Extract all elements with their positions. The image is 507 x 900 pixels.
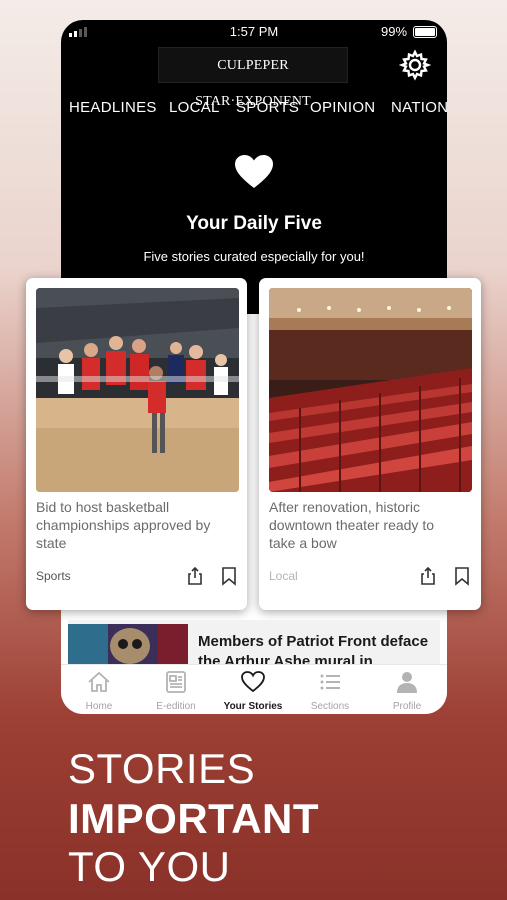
nav-sections[interactable]: Sections	[295, 665, 365, 715]
tab-opinion[interactable]: OPINION	[310, 96, 375, 120]
newspaper-icon	[164, 670, 188, 694]
gear-icon[interactable]	[398, 49, 432, 81]
share-icon[interactable]	[419, 566, 437, 586]
story-section-label[interactable]: Local	[269, 569, 298, 583]
person-icon	[395, 670, 419, 694]
nav-label: Sections	[310, 701, 350, 712]
tab-nation[interactable]: NATION	[391, 96, 447, 120]
nav-e-edition[interactable]: E-edition	[141, 665, 211, 715]
tab-local[interactable]: LOCAL	[169, 96, 220, 120]
battery-percent: 99%	[381, 24, 408, 39]
article-title[interactable]: Members of Patriot Front deface the Arth…	[198, 632, 438, 668]
nav-label: Home	[85, 701, 113, 712]
nav-label: Your Stories	[223, 701, 283, 712]
home-icon	[87, 670, 111, 694]
nav-home[interactable]: Home	[64, 665, 134, 715]
status-bar: 1:57 PM 99%	[61, 20, 447, 44]
nav-label: Profile	[392, 701, 422, 712]
nav-your-stories[interactable]: Your Stories	[218, 665, 288, 715]
bookmark-icon[interactable]	[220, 566, 238, 586]
basketball-photo[interactable]	[36, 288, 239, 492]
bottom-nav: Home E-edition Your Stories Sections Pro…	[61, 664, 447, 714]
header-panel: 1:57 PM 99% CULPEPER STAR·EXPONENT HEADL…	[61, 20, 447, 314]
daily-five-title: Your Daily Five	[186, 213, 322, 234]
mural-photo[interactable]	[68, 624, 188, 664]
masthead-logo[interactable]: CULPEPER STAR·EXPONENT	[158, 47, 348, 109]
article-preview[interactable]: Members of Patriot Front deface the Arth…	[68, 620, 440, 668]
list-icon	[318, 670, 342, 694]
tagline-line1: STORIES	[68, 745, 256, 792]
battery-icon	[413, 26, 437, 38]
story-headline[interactable]: After renovation, historic downtown thea…	[269, 498, 459, 552]
nav-label: E-edition	[156, 701, 196, 712]
theater-photo[interactable]	[269, 288, 472, 492]
tab-headlines[interactable]: HEADLINES	[69, 96, 157, 120]
story-headline[interactable]: Bid to host basketball championships app…	[36, 498, 226, 552]
tagline-line2: IMPORTANT	[68, 795, 320, 842]
heart-icon	[235, 155, 273, 189]
tagline-line3: TO YOU	[68, 843, 231, 890]
story-card[interactable]: After renovation, historic downtown thea…	[259, 278, 481, 610]
heart-outline-icon	[241, 670, 265, 694]
story-section-label[interactable]: Sports	[36, 569, 71, 583]
share-icon[interactable]	[186, 566, 204, 586]
story-card[interactable]: Bid to host basketball championships app…	[26, 278, 247, 610]
bookmark-icon[interactable]	[453, 566, 471, 586]
section-tabs: HEADLINES LOCAL SPORTS OPINION NATION	[61, 96, 447, 122]
nav-profile[interactable]: Profile	[372, 665, 442, 715]
tab-sports[interactable]: SPORTS	[236, 96, 299, 120]
daily-five-subtitle: Five stories curated especially for you!	[143, 249, 365, 264]
